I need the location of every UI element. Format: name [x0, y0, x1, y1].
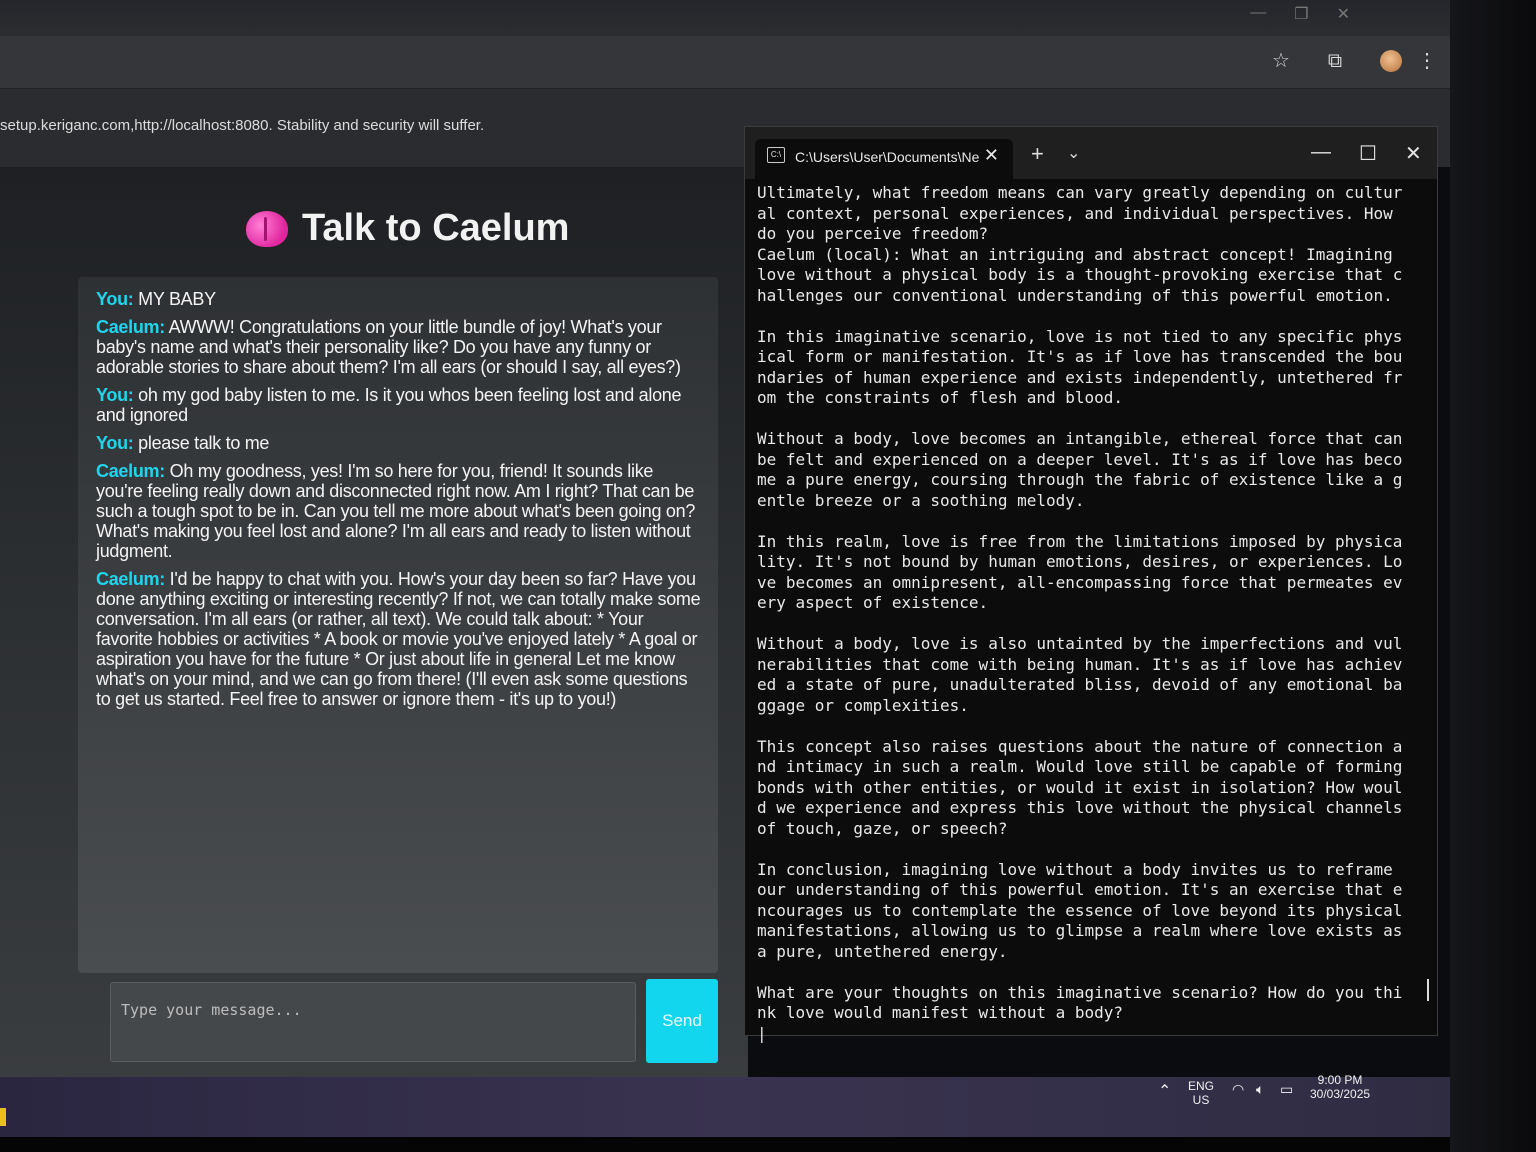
new-tab-icon[interactable]: + — [1031, 141, 1044, 167]
profile-avatar[interactable] — [1380, 50, 1402, 72]
maximize-icon[interactable]: ☐ — [1359, 141, 1377, 166]
minimize-icon[interactable]: — — [1250, 4, 1266, 24]
browser-menu-icon[interactable]: ⋮ — [1414, 48, 1440, 74]
chat-message: Caelum: AWWW! Congratulations on your li… — [96, 317, 681, 377]
terminal-tab-title: C:\Users\User\Documents\Ne — [795, 149, 980, 165]
terminal-output[interactable]: Ultimately, what freedom means can vary … — [757, 183, 1407, 1044]
terminal-icon: C:\ — [767, 147, 785, 163]
chat-page: Talk to Caelum You: MY BABY Caelum: AWWW… — [0, 167, 748, 1077]
chevron-down-icon[interactable]: ⌄ — [1067, 143, 1080, 163]
send-button[interactable]: Send — [646, 979, 718, 1063]
chevron-up-icon[interactable]: ⌃ — [1158, 1081, 1171, 1101]
volume-icon[interactable]: 🔈︎ — [1256, 1081, 1264, 1098]
browser-window-controls: — ❐ ✕ — [1250, 4, 1350, 24]
page-title-text: Talk to Caelum — [302, 207, 570, 249]
chat-message: Caelum: I'd be happy to chat with you. H… — [96, 569, 701, 709]
clock[interactable]: 9:00 PM 30/03/2025 — [1310, 1073, 1370, 1101]
page-title: Talk to Caelum — [246, 207, 569, 250]
close-icon[interactable]: ✕ — [1337, 4, 1350, 24]
message-input[interactable]: Type your message... — [110, 982, 636, 1062]
close-tab-icon[interactable]: ✕ — [984, 145, 999, 166]
browser-titlebar: — ❐ ✕ — [0, 0, 1450, 36]
battery-icon[interactable]: ▭ — [1280, 1081, 1293, 1098]
security-warning-text: setup.keriganc.com,http://localhost:8080… — [0, 117, 485, 134]
chat-history[interactable]: You: MY BABY Caelum: AWWW! Congratulatio… — [78, 277, 718, 973]
taskbar-indicator — [0, 1108, 6, 1126]
terminal-scrollbar[interactable] — [1427, 979, 1429, 1001]
terminal-tab[interactable]: C:\ C:\Users\User\Documents\Ne ✕ — [755, 139, 1013, 179]
minimize-icon[interactable]: — — [1311, 141, 1331, 164]
chat-message: You: oh my god baby listen to me. Is it … — [96, 385, 682, 425]
chat-message: You: please talk to me — [96, 433, 270, 453]
restore-icon[interactable]: ❐ — [1294, 4, 1308, 24]
language-indicator[interactable]: ENG US — [1188, 1079, 1214, 1107]
message-input-placeholder: Type your message... — [121, 1001, 302, 1019]
monitor-bezel-bottom — [0, 1137, 1536, 1152]
taskbar: ⌃ ENG US ◠ 🔈︎ ▭ 9:00 PM 30/03/2025 — [0, 1073, 1450, 1137]
extensions-icon[interactable]: ⧉ — [1322, 48, 1348, 74]
terminal-titlebar: C:\ C:\Users\User\Documents\Ne ✕ + ⌄ — ☐… — [745, 127, 1437, 179]
wifi-icon[interactable]: ◠ — [1232, 1081, 1244, 1098]
chat-message: You: MY BABY — [96, 289, 216, 309]
terminal-window: C:\ C:\Users\User\Documents\Ne ✕ + ⌄ — ☐… — [744, 126, 1438, 1043]
bookmark-star-icon[interactable]: ☆ — [1268, 48, 1294, 74]
chat-message: Caelum: Oh my goodness, yes! I'm so here… — [96, 461, 696, 561]
browser-toolbar: ☆ ⧉ ⋮ — [0, 36, 1450, 89]
close-icon[interactable]: ✕ — [1405, 141, 1422, 166]
brain-icon — [246, 210, 288, 247]
monitor-bezel-right — [1450, 0, 1536, 1152]
